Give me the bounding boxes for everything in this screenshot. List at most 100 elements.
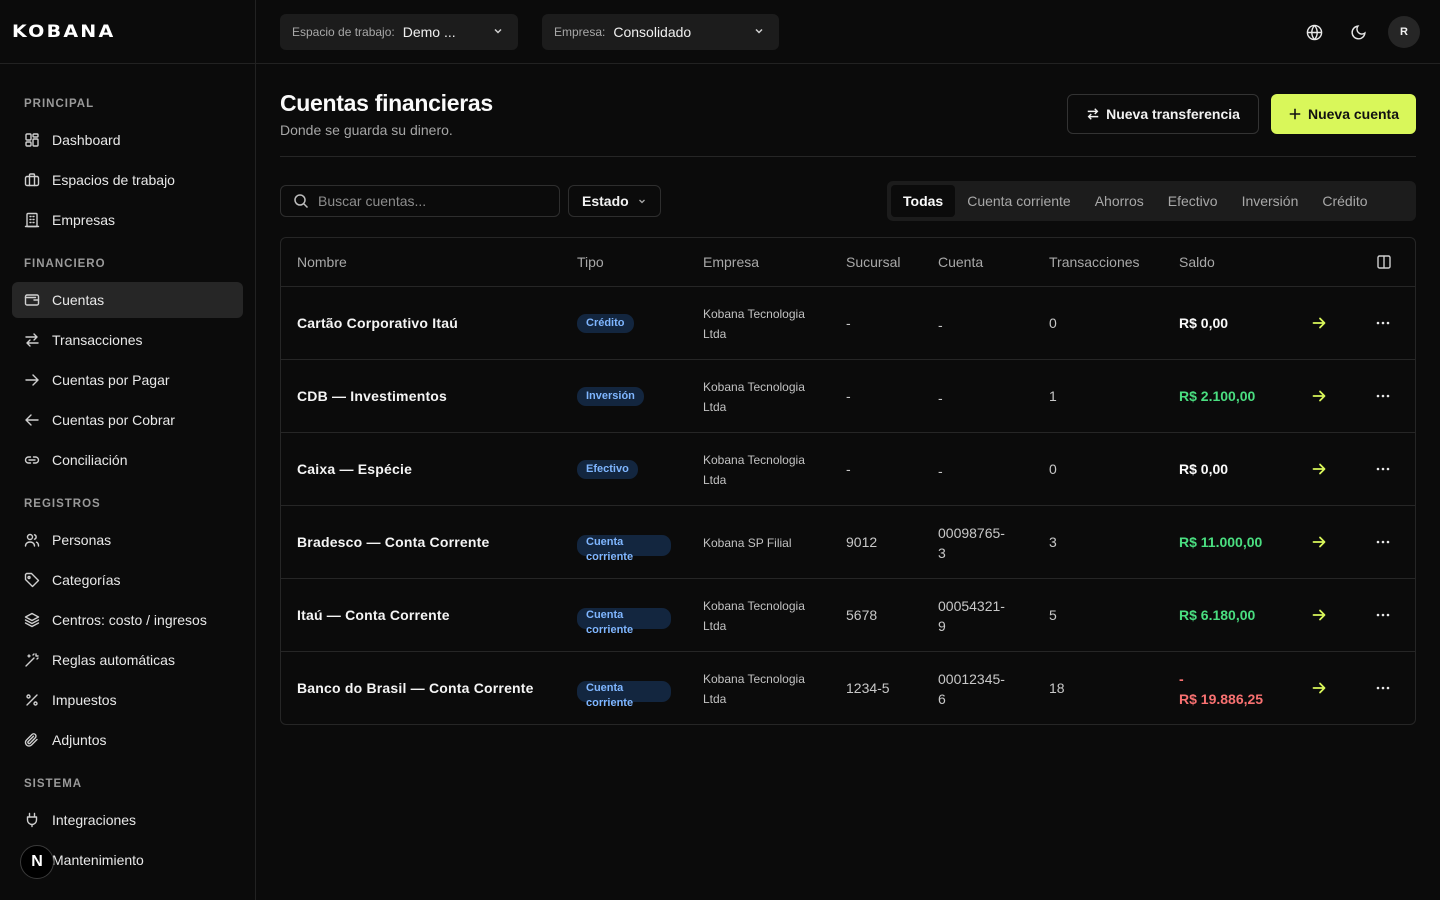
tab-credito[interactable]: Crédito <box>1310 185 1379 217</box>
sidebar-item-centros-costo-ingresos[interactable]: Centros: costo / ingresos <box>12 602 243 638</box>
status-filter[interactable]: Estado <box>568 185 661 217</box>
sidebar-item-label: Mantenimiento <box>52 852 144 868</box>
table-row[interactable]: CDB — Investimentos Inversión Kobana Tecno… <box>281 360 1415 433</box>
sidebar-item-empresas[interactable]: Empresas <box>12 202 243 238</box>
account-name[interactable]: Itaú — Conta Corrente <box>297 607 450 623</box>
tab-cuenta-corriente[interactable]: Cuenta corriente <box>955 185 1083 217</box>
arrow-right-icon[interactable] <box>1311 534 1327 550</box>
account-number-line: - <box>938 463 943 479</box>
tab-ahorros[interactable]: Ahorros <box>1083 185 1156 217</box>
briefcase-icon-wrap <box>24 172 40 188</box>
paperclip-icon-wrap <box>24 732 40 748</box>
more-options-icon[interactable] <box>1375 534 1391 550</box>
new-transfer-button[interactable]: Nueva transferencia <box>1067 94 1259 134</box>
company-cell: Kobana Tecnologia Ltda <box>703 304 833 344</box>
sidebar-item-cuentas-por-pagar[interactable]: Cuentas por Pagar <box>12 362 243 398</box>
table-row[interactable]: Cartão Corporativo Itaú Crédito Kobana Tec… <box>281 287 1415 360</box>
tab-efectivo[interactable]: Efectivo <box>1156 185 1230 217</box>
table-row[interactable]: Caixa — Espécie Efectivo Kobana Tecnologia… <box>281 433 1415 506</box>
columns-icon[interactable] <box>1376 254 1392 270</box>
arrow-right-icon[interactable] <box>1311 607 1327 623</box>
sidebar-item-impuestos[interactable]: Impuestos <box>12 682 243 718</box>
nav-section-title: REGISTROS <box>24 498 101 510</box>
transactions-count: 18 <box>1049 680 1065 696</box>
table-header: Nombre Tipo Empresa Sucursal Cuenta Transacci… <box>281 238 1415 287</box>
account-type-badge: Cuenta corriente <box>577 608 671 636</box>
sidebar-item-categorias[interactable]: Categorías <box>12 562 243 598</box>
new-account-button[interactable]: Nueva cuenta <box>1271 94 1416 134</box>
balance-line: R$ 6.180,00 <box>1179 607 1256 623</box>
sidebar-item-label: Cuentas <box>52 292 105 308</box>
paperclip-icon <box>24 733 38 747</box>
column-header[interactable]: Cuenta <box>938 254 983 270</box>
balance-cell: - R$ 19.886,25 <box>1179 669 1263 709</box>
sidebar-item-reglas-automaticas[interactable]: Reglas automáticas <box>12 642 243 678</box>
sidebar-item-label: Cuentas por Cobrar <box>52 412 175 428</box>
sidebar-item-label: Cuentas por Pagar <box>52 372 170 388</box>
next-dev-badge[interactable]: N <box>20 845 54 879</box>
account-number-line: 00012345- <box>938 671 1005 687</box>
account-number-cell: 00098765- 3 <box>938 523 1018 563</box>
sidebar-item-label: Conciliación <box>52 452 128 468</box>
company-line: Ltda <box>703 619 727 633</box>
sidebar-item-espacios-de-trabajo[interactable]: Espacios de trabajo <box>12 162 243 198</box>
column-header[interactable]: Nombre <box>297 254 347 270</box>
sidebar-item-transacciones[interactable]: Transacciones <box>12 322 243 358</box>
column-header[interactable]: Sucursal <box>846 254 900 270</box>
sidebar: KOBANA PRINCIPAL Dashboard Espacios de tra… <box>0 0 256 900</box>
company-selector[interactable]: Empresa: Consolidado <box>542 14 779 50</box>
language-button[interactable] <box>1298 16 1330 48</box>
table-row[interactable]: Banco do Brasil — Conta Corrente Cuenta c… <box>281 652 1415 725</box>
column-header[interactable]: Empresa <box>703 254 759 270</box>
transactions-count: 3 <box>1049 534 1057 550</box>
users-icon-wrap <box>24 532 40 548</box>
arrow-right-icon[interactable] <box>1311 680 1327 696</box>
sidebar-item-integraciones[interactable]: Integraciones <box>12 802 243 838</box>
sidebar-item-cuentas-por-cobrar[interactable]: Cuentas por Cobrar <box>12 402 243 438</box>
arrow-right-icon-wrap <box>24 372 40 388</box>
sidebar-nav: PRINCIPAL Dashboard Espacios de trabajo Emp… <box>0 94 255 878</box>
column-header[interactable]: Transacciones <box>1049 254 1140 270</box>
tab-todas[interactable]: Todas <box>891 185 956 217</box>
table-row[interactable]: Itaú — Conta Corrente Cuenta corriente Kob… <box>281 579 1415 652</box>
theme-toggle-button[interactable] <box>1342 16 1374 48</box>
account-name[interactable]: CDB — Investimentos <box>297 388 447 404</box>
more-options-icon[interactable] <box>1375 315 1391 331</box>
more-options-icon[interactable] <box>1375 388 1391 404</box>
column-header[interactable]: Tipo <box>577 254 604 270</box>
plug-icon-wrap <box>24 812 40 828</box>
more-options-icon[interactable] <box>1375 461 1391 477</box>
tab-inversion[interactable]: Inversión <box>1230 185 1311 217</box>
arrow-right-icon[interactable] <box>1311 315 1327 331</box>
link-icon-wrap <box>24 452 40 468</box>
search-input[interactable]: Buscar cuentas... <box>280 185 560 217</box>
user-avatar[interactable]: R <box>1388 16 1420 48</box>
more-options-icon[interactable] <box>1375 680 1391 696</box>
sidebar-item-label: Dashboard <box>52 132 121 148</box>
account-name[interactable]: Banco do Brasil — Conta Corrente <box>297 680 534 696</box>
more-options-icon[interactable] <box>1375 607 1391 623</box>
status-filter-label: Estado <box>582 193 629 209</box>
arrows-exchange-icon <box>25 333 39 347</box>
wallet-icon <box>24 294 40 306</box>
sidebar-item-cuentas[interactable]: Cuentas <box>12 282 243 318</box>
account-number-line: 6 <box>938 691 946 707</box>
table-row[interactable]: Bradesco — Conta Corrente Cuenta corrient… <box>281 506 1415 579</box>
workspace-selector[interactable]: Espacio de trabajo: Demo ... <box>280 14 518 50</box>
account-name[interactable]: Cartão Corporativo Itaú <box>297 315 458 331</box>
workspace-value: Demo ... <box>402 24 456 40</box>
account-number-cell: - <box>938 461 1018 481</box>
account-name[interactable]: Caixa — Espécie <box>297 461 412 477</box>
sidebar-item-conciliacion[interactable]: Conciliación <box>12 442 243 478</box>
brand-logo[interactable]: KOBANA <box>12 22 115 42</box>
sidebar-item-personas[interactable]: Personas <box>12 522 243 558</box>
arrow-right-icon[interactable] <box>1311 461 1327 477</box>
logo-bar: KOBANA <box>0 0 255 64</box>
moon-icon <box>1351 24 1366 39</box>
account-name[interactable]: Bradesco — Conta Corrente <box>297 534 489 550</box>
sidebar-item-adjuntos[interactable]: Adjuntos <box>12 722 243 758</box>
sidebar-item-dashboard[interactable]: Dashboard <box>12 122 243 158</box>
arrow-right-icon[interactable] <box>1311 388 1327 404</box>
sidebar-item-label: Empresas <box>52 212 116 228</box>
column-header[interactable]: Saldo <box>1179 254 1215 270</box>
